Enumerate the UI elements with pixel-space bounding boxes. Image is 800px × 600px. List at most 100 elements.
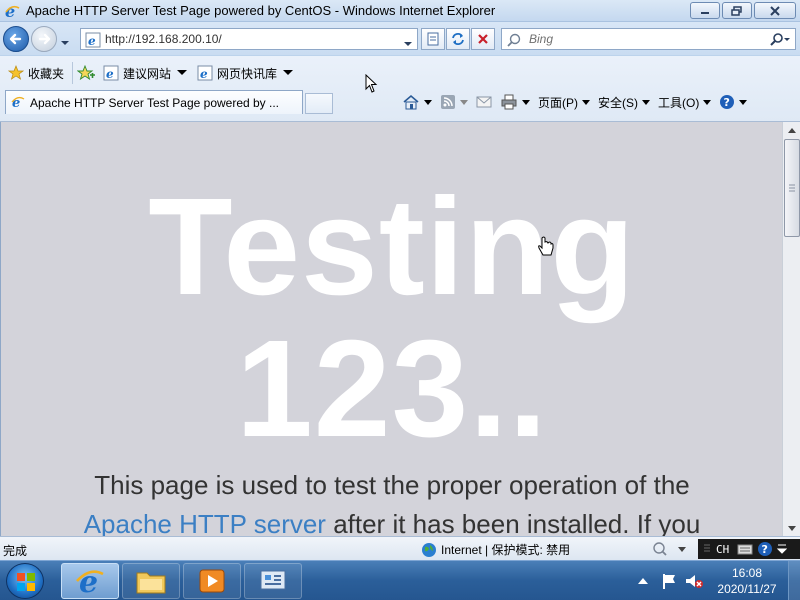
status-bar: 完成 Internet | 保护模式: 禁用 CH ? [0,536,800,560]
show-hidden-icons-icon[interactable] [636,574,650,588]
page-menu-label: 页面(P) [538,95,578,110]
home-icon [403,94,419,110]
address-url[interactable]: http://192.168.200.10/ [105,32,222,46]
scroll-down-button[interactable] [784,520,800,536]
chevron-down-icon [177,70,188,75]
chevron-down-icon [582,99,590,105]
restore-icon [731,5,742,16]
zoom-control[interactable] [652,541,686,557]
action-center-flag-icon[interactable] [660,572,678,590]
back-button[interactable] [3,26,29,52]
security-zone[interactable]: Internet | 保护模式: 禁用 [421,541,570,558]
page-menu[interactable]: 页面(P) [534,91,594,113]
favorite-link-suggested-sites[interactable]: e 建议网站 [99,62,193,84]
help-icon: ? [720,95,735,109]
new-tab-button[interactable] [305,93,333,114]
taskbar-server-manager[interactable] [244,563,302,599]
system-tray [636,565,704,597]
taskbar-media-player[interactable] [183,563,241,599]
favorite-link-label: 建议网站 [123,66,172,81]
address-bar[interactable]: e http://192.168.200.10/ [80,28,418,50]
forward-button[interactable] [31,26,57,52]
maximize-button[interactable] [722,2,752,19]
scroll-up-button[interactable] [784,122,800,138]
language-bar[interactable]: CH ? [698,539,800,559]
ie-logo-icon: e [4,2,20,22]
home-button[interactable] [398,91,436,113]
apache-link[interactable]: Apache HTTP server [84,509,326,536]
ie-page-icon: e [103,65,119,81]
address-dropdown[interactable] [403,36,413,50]
search-placeholder: Bing [529,32,554,46]
chevron-down-icon [522,99,530,105]
chevron-down-icon [424,99,432,105]
server-manager-icon [260,570,286,590]
search-box[interactable]: Bing [501,28,796,50]
folder-icon [136,572,166,594]
search-icon [770,33,790,46]
intro-text-end: after it has been installed. If you [325,509,701,536]
svg-text:e: e [88,34,96,48]
close-button[interactable] [754,2,796,19]
close-icon [770,5,780,16]
scroll-thumb[interactable] [784,139,800,237]
recent-pages-dropdown[interactable] [60,35,70,49]
mouse-pointer-icon [365,74,378,93]
tab-active[interactable]: e Apache HTTP Server Test Page powered b… [5,90,303,114]
compatibility-view-button[interactable] [421,28,445,50]
add-to-favorites-button[interactable] [72,62,99,84]
help-button[interactable]: ? [715,91,751,113]
web-page-content[interactable]: Testing 123.. This page is used to test … [0,122,782,536]
chevron-down-icon [739,99,748,105]
svg-text:?: ? [762,543,768,556]
ie-page-icon: e [11,95,25,112]
help-icon: ? [758,542,773,556]
tools-menu-label: 工具(O) [658,95,700,110]
volume-muted-icon[interactable] [684,572,704,590]
svg-text:e: e [106,67,114,81]
chevron-down-icon [61,41,69,45]
rss-feed-icon [441,95,455,109]
tools-menu[interactable]: 工具(O) [654,91,715,113]
chevron-down-icon [642,99,650,105]
page-intro-text: This page is used to test the proper ope… [1,466,782,536]
start-button[interactable] [6,563,44,599]
ie-logo-icon: e [76,566,104,596]
tab-label: Apache HTTP Server Test Page powered by … [30,96,280,110]
favorites-command-area: 收藏夹 e 建议网站 e 网页快讯库 e Apache HTTP Server … [0,56,800,122]
chevron-down-icon [460,99,468,105]
grip-icon [704,544,710,552]
search-button[interactable] [769,32,791,51]
show-desktop-button[interactable] [788,561,800,600]
favorite-link-label: 网页快讯库 [217,66,278,81]
feeds-button[interactable] [436,91,472,113]
vertical-scrollbar[interactable] [782,122,800,536]
globe-icon [422,542,436,557]
taskbar-file-explorer[interactable] [122,563,180,599]
windows-logo-icon [17,573,35,591]
minimize-button[interactable] [690,2,720,19]
page-hero-heading: Testing 123.. [148,170,636,466]
address-toolbar: e http://192.168.200.10/ Bing [0,22,800,55]
keyboard-icon [737,544,753,555]
safety-menu[interactable]: 安全(S) [594,91,654,113]
favorite-link-web-slice[interactable]: e 网页快讯库 [193,62,299,84]
clock-time: 16:08 [731,566,763,580]
print-button[interactable] [496,91,534,113]
taskbar-internet-explorer[interactable]: e [61,563,119,599]
taskbar: e 16:08 2020/11/27 [0,560,800,600]
svg-text:e: e [200,67,208,81]
star-icon [8,65,24,80]
intro-text-start: This page is used to test the proper ope… [94,470,690,500]
printer-icon [501,94,517,110]
mail-icon [476,96,492,108]
forward-arrow-icon [38,33,51,45]
chevron-down-icon [703,99,712,105]
system-clock[interactable]: 16:08 2020/11/27 [707,565,787,597]
favorites-button[interactable]: 收藏夹 [4,62,68,84]
read-mail-button[interactable] [472,91,496,113]
hand-cursor-icon [538,236,554,256]
refresh-button[interactable] [446,28,470,50]
input-language[interactable]: CH [716,543,729,556]
stop-button[interactable] [471,28,495,50]
